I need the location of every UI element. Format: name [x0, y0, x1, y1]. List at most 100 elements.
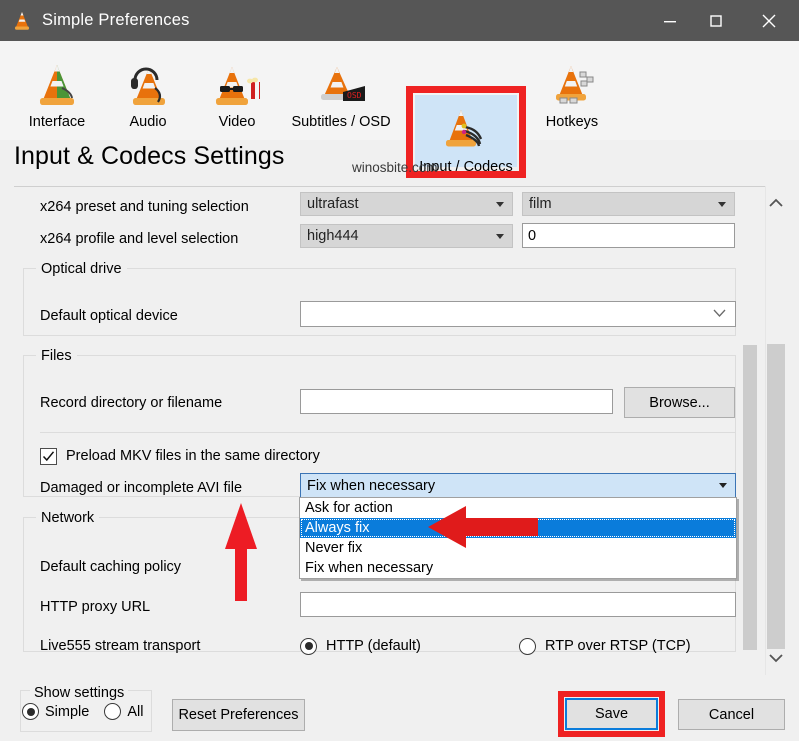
- x264-profile-combo[interactable]: high444: [300, 224, 513, 248]
- damaged-avi-label: Damaged or incomplete AVI file: [40, 480, 243, 496]
- inner-scrollbar[interactable]: [743, 187, 757, 667]
- files-group-title: Files: [36, 348, 77, 364]
- x264-preset-row: x264 preset and tuning selection: [40, 194, 249, 220]
- preload-mkv-label: Preload MKV files in the same directory: [66, 448, 320, 464]
- live555-row: Live555 stream transport: [40, 633, 200, 659]
- scroll-down-icon[interactable]: [766, 647, 786, 669]
- svg-text:OSD: OSD: [347, 91, 362, 100]
- x264-tuning-value: film: [529, 196, 552, 212]
- files-divider: [40, 432, 735, 433]
- x264-profile-label: x264 profile and level selection: [40, 231, 239, 247]
- close-button[interactable]: [739, 0, 799, 41]
- damaged-avi-combo[interactable]: Fix when necessary: [300, 473, 736, 498]
- x264-preset-label: x264 preset and tuning selection: [40, 199, 249, 215]
- page-title: Input & Codecs Settings: [14, 142, 285, 170]
- vlc-cone-glasses-popcorn-icon: [209, 56, 265, 110]
- optical-drive-group-title: Optical drive: [36, 261, 127, 277]
- x264-level-input[interactable]: 0: [522, 223, 735, 248]
- show-settings-title: Show settings: [30, 685, 129, 701]
- optical-device-row: Default optical device: [40, 303, 178, 329]
- live555-rtp-option[interactable]: RTP over RTSP (TCP): [519, 633, 691, 659]
- tab-video-label: Video: [218, 114, 256, 130]
- chevron-down-icon: [496, 233, 504, 239]
- live555-http-option[interactable]: HTTP (default): [300, 633, 421, 659]
- scroll-up-icon[interactable]: [766, 192, 786, 214]
- window-titlebar: Simple Preferences: [0, 0, 799, 41]
- preload-mkv-checkbox[interactable]: [40, 447, 57, 465]
- x264-preset-combo[interactable]: ultrafast: [300, 192, 513, 216]
- save-button-red-highlight-box: [558, 691, 665, 737]
- vlc-cone-keyboard-icon: [544, 56, 600, 110]
- annotation-arrow-left: [428, 506, 538, 548]
- show-settings-all-option[interactable]: All: [104, 703, 143, 720]
- preload-mkv-row[interactable]: Preload MKV files in the same directory: [40, 443, 320, 469]
- cancel-button-label: Cancel: [708, 706, 755, 723]
- tab-video[interactable]: Video: [189, 48, 285, 134]
- dropdown-option-label: Always fix: [305, 520, 370, 536]
- maximize-button[interactable]: [693, 0, 739, 41]
- live555-rtp-radio[interactable]: [519, 637, 536, 655]
- x264-profile-value: high444: [307, 228, 359, 244]
- x264-tuning-combo[interactable]: film: [522, 192, 735, 216]
- http-proxy-label: HTTP proxy URL: [40, 599, 151, 615]
- optical-device-combo[interactable]: [300, 301, 736, 327]
- live555-http-radio[interactable]: [300, 637, 317, 655]
- vlc-cone-headphones-icon: [122, 56, 174, 110]
- dropdown-option-label: Fix when necessary: [305, 560, 434, 576]
- tab-interface[interactable]: Interface: [9, 48, 105, 134]
- live555-label: Live555 stream transport: [40, 638, 201, 654]
- tab-interface-label: Interface: [28, 114, 86, 130]
- record-directory-input[interactable]: [300, 389, 613, 414]
- caching-policy-label: Default caching policy: [40, 559, 182, 575]
- show-settings-all-radio[interactable]: [104, 703, 122, 720]
- vlc-cone-icon: [11, 10, 33, 32]
- show-settings-simple-label: Simple: [45, 703, 90, 720]
- show-settings-simple-radio[interactable]: [22, 703, 39, 720]
- reset-preferences-label: Reset Preferences: [178, 707, 299, 723]
- chevron-down-icon: [719, 483, 727, 488]
- preferences-toolbar: Interface Audio Video OSD Subtitles / OS…: [0, 41, 799, 178]
- browse-button[interactable]: Browse...: [624, 387, 735, 418]
- tab-hotkeys-label: Hotkeys: [545, 114, 599, 130]
- inner-scrollbar-thumb[interactable]: [743, 345, 757, 650]
- network-group-title: Network: [36, 510, 100, 526]
- window-controls: [647, 0, 799, 41]
- vlc-cone-green-icon: [32, 56, 82, 110]
- reset-preferences-button[interactable]: Reset Preferences: [172, 699, 305, 731]
- live555-http-label: HTTP (default): [326, 638, 421, 654]
- chevron-down-icon: [496, 201, 504, 207]
- tab-subtitles-osd-label: Subtitles / OSD: [291, 114, 391, 130]
- optical-device-label: Default optical device: [40, 308, 178, 324]
- chevron-down-icon: [718, 201, 726, 207]
- x264-profile-row: x264 profile and level selection: [40, 226, 238, 252]
- record-directory-label: Record directory or filename: [40, 395, 223, 411]
- tab-hotkeys[interactable]: Hotkeys: [522, 48, 622, 134]
- cancel-button[interactable]: Cancel: [678, 699, 785, 730]
- damaged-avi-row: Damaged or incomplete AVI file: [40, 475, 242, 501]
- dropdown-option-label: Never fix: [305, 540, 363, 556]
- record-directory-row: Record directory or filename: [40, 390, 222, 416]
- http-proxy-row: HTTP proxy URL: [40, 594, 150, 620]
- watermark-text: winosbite.com: [352, 160, 438, 175]
- tab-subtitles-osd[interactable]: OSD Subtitles / OSD: [272, 48, 410, 134]
- minimize-button[interactable]: [647, 0, 693, 41]
- x264-preset-value: ultrafast: [307, 196, 359, 212]
- show-settings-all-label: All: [127, 703, 144, 720]
- live555-rtp-label: RTP over RTSP (TCP): [545, 638, 691, 654]
- annotation-arrow-up: [225, 503, 257, 601]
- show-settings-simple-option[interactable]: Simple: [22, 703, 89, 720]
- vertical-scrollbar-thumb[interactable]: [767, 344, 785, 649]
- x264-level-value: 0: [528, 227, 537, 244]
- chevron-down-icon: [713, 306, 726, 322]
- vertical-scrollbar[interactable]: [765, 186, 785, 675]
- browse-button-label: Browse...: [649, 394, 710, 411]
- window-title: Simple Preferences: [42, 11, 190, 29]
- damaged-avi-selected-value: Fix when necessary: [307, 477, 436, 494]
- tab-audio[interactable]: Audio: [100, 48, 196, 134]
- tab-audio-label: Audio: [129, 114, 167, 130]
- caching-policy-row: Default caching policy: [40, 554, 181, 580]
- show-settings-radios: Simple All: [22, 703, 143, 720]
- http-proxy-input[interactable]: [300, 592, 736, 617]
- dropdown-option-label: Ask for action: [305, 500, 393, 516]
- dropdown-option-fix-when-necessary[interactable]: Fix when necessary: [300, 558, 736, 578]
